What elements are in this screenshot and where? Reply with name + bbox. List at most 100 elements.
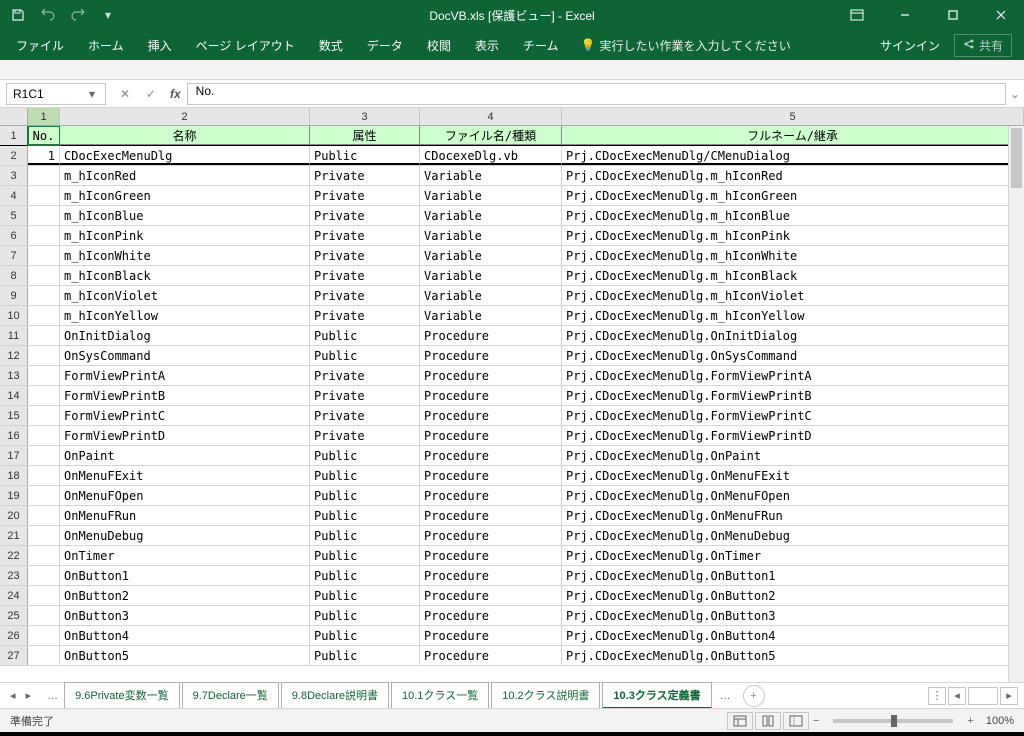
cell[interactable]: m_hIconViolet (60, 286, 310, 305)
share-button[interactable]: 共有 (954, 34, 1012, 57)
header-cell[interactable]: フルネーム/継承 (562, 126, 1024, 145)
cell[interactable]: Prj.CDocExecMenuDlg.OnSysCommand (562, 346, 1024, 365)
cell[interactable]: OnMenuFRun (60, 506, 310, 525)
ribbon-tab-1[interactable]: ホーム (76, 33, 136, 58)
cell[interactable]: Public (310, 586, 420, 605)
cell[interactable]: Variable (420, 306, 562, 325)
zoom-slider[interactable] (833, 719, 953, 723)
column-header[interactable]: 5 (562, 108, 1024, 125)
expand-formula-bar-icon[interactable]: ⌄ (1010, 87, 1020, 101)
cell[interactable] (28, 626, 60, 645)
cell[interactable] (28, 426, 60, 445)
cell[interactable]: Public (310, 526, 420, 545)
cell[interactable]: Prj.CDocExecMenuDlg.FormViewPrintB (562, 386, 1024, 405)
row-header[interactable]: 3 (0, 166, 28, 185)
row-header[interactable]: 7 (0, 246, 28, 265)
cell[interactable] (28, 286, 60, 305)
header-cell[interactable]: 属性 (310, 126, 420, 145)
undo-icon[interactable] (38, 5, 58, 25)
cell[interactable]: Procedure (420, 506, 562, 525)
sheet-tab[interactable]: 9.8Declare説明書 (281, 682, 389, 709)
cell[interactable]: CDocexeDlg.vb (420, 146, 562, 165)
ribbon-display-icon[interactable] (834, 0, 880, 30)
cell[interactable]: Public (310, 626, 420, 645)
cell[interactable]: m_hIconWhite (60, 246, 310, 265)
new-sheet-button[interactable]: + (743, 685, 765, 707)
cell[interactable]: m_hIconBlue (60, 206, 310, 225)
insert-function-icon[interactable]: fx (164, 87, 187, 101)
row-header[interactable]: 15 (0, 406, 28, 425)
cell[interactable] (28, 466, 60, 485)
cell[interactable] (28, 546, 60, 565)
cell[interactable]: OnButton1 (60, 566, 310, 585)
cell[interactable]: FormViewPrintB (60, 386, 310, 405)
ribbon-tab-5[interactable]: データ (355, 33, 415, 58)
cell[interactable] (28, 646, 60, 665)
cell[interactable]: Private (310, 406, 420, 425)
row-header[interactable]: 22 (0, 546, 28, 565)
row-header[interactable]: 2 (0, 146, 28, 165)
cell[interactable]: Public (310, 446, 420, 465)
cell[interactable]: Public (310, 466, 420, 485)
cell[interactable]: Public (310, 346, 420, 365)
cell[interactable]: Procedure (420, 486, 562, 505)
cell[interactable]: FormViewPrintA (60, 366, 310, 385)
cell[interactable]: OnInitDialog (60, 326, 310, 345)
cell[interactable]: Procedure (420, 526, 562, 545)
cell[interactable]: Procedure (420, 466, 562, 485)
cell[interactable]: Variable (420, 286, 562, 305)
normal-view-icon[interactable] (727, 712, 753, 730)
maximize-button[interactable] (930, 0, 976, 30)
scrollbar-thumb[interactable] (1011, 128, 1022, 188)
cell[interactable] (28, 346, 60, 365)
cell[interactable]: Procedure (420, 646, 562, 665)
column-header[interactable]: 1 (28, 108, 60, 125)
cell[interactable]: Prj.CDocExecMenuDlg.m_hIconBlue (562, 206, 1024, 225)
cell[interactable]: Prj.CDocExecMenuDlg.OnMenuFRun (562, 506, 1024, 525)
row-header[interactable]: 5 (0, 206, 28, 225)
cell[interactable] (28, 226, 60, 245)
row-header[interactable]: 26 (0, 626, 28, 645)
cell[interactable]: Prj.CDocExecMenuDlg.OnButton5 (562, 646, 1024, 665)
cell[interactable] (28, 486, 60, 505)
cell[interactable]: Procedure (420, 446, 562, 465)
cell[interactable]: Procedure (420, 586, 562, 605)
cell[interactable]: Prj.CDocExecMenuDlg.OnMenuDebug (562, 526, 1024, 545)
save-icon[interactable] (8, 5, 28, 25)
cell[interactable] (28, 506, 60, 525)
row-header[interactable]: 8 (0, 266, 28, 285)
enter-formula-icon[interactable]: ✓ (138, 87, 164, 101)
cell[interactable]: Private (310, 366, 420, 385)
row-header[interactable]: 1 (0, 126, 28, 145)
cell[interactable]: Private (310, 386, 420, 405)
row-header[interactable]: 16 (0, 426, 28, 445)
cell[interactable]: Variable (420, 186, 562, 205)
cell[interactable]: Private (310, 266, 420, 285)
row-header[interactable]: 23 (0, 566, 28, 585)
tab-scroll-prev-icon[interactable]: ▸ (22, 687, 36, 704)
sheet-tab[interactable]: 9.7Declare一覧 (182, 682, 279, 709)
cell[interactable] (28, 306, 60, 325)
row-header[interactable]: 27 (0, 646, 28, 665)
cell[interactable] (28, 326, 60, 345)
cell[interactable]: Public (310, 486, 420, 505)
cell[interactable]: Variable (420, 266, 562, 285)
cell[interactable]: Private (310, 286, 420, 305)
cell[interactable]: OnButton5 (60, 646, 310, 665)
cell[interactable]: Prj.CDocExecMenuDlg.FormViewPrintC (562, 406, 1024, 425)
cell[interactable] (28, 586, 60, 605)
zoom-level[interactable]: 100% (986, 715, 1014, 727)
sheet-tab[interactable]: 9.6Private変数一覧 (64, 682, 180, 709)
row-header[interactable]: 20 (0, 506, 28, 525)
more-tabs-left[interactable]: … (41, 690, 64, 702)
ribbon-tab-4[interactable]: 数式 (307, 33, 355, 58)
cell[interactable]: CDocExecMenuDlg (60, 146, 310, 165)
cell[interactable] (28, 606, 60, 625)
header-cell[interactable]: 名称 (60, 126, 310, 145)
cell[interactable]: Private (310, 186, 420, 205)
ribbon-tab-0[interactable]: ファイル (4, 33, 76, 58)
cell[interactable]: m_hIconGreen (60, 186, 310, 205)
row-header[interactable]: 4 (0, 186, 28, 205)
cell[interactable]: Prj.CDocExecMenuDlg.FormViewPrintA (562, 366, 1024, 385)
cell[interactable]: Procedure (420, 606, 562, 625)
